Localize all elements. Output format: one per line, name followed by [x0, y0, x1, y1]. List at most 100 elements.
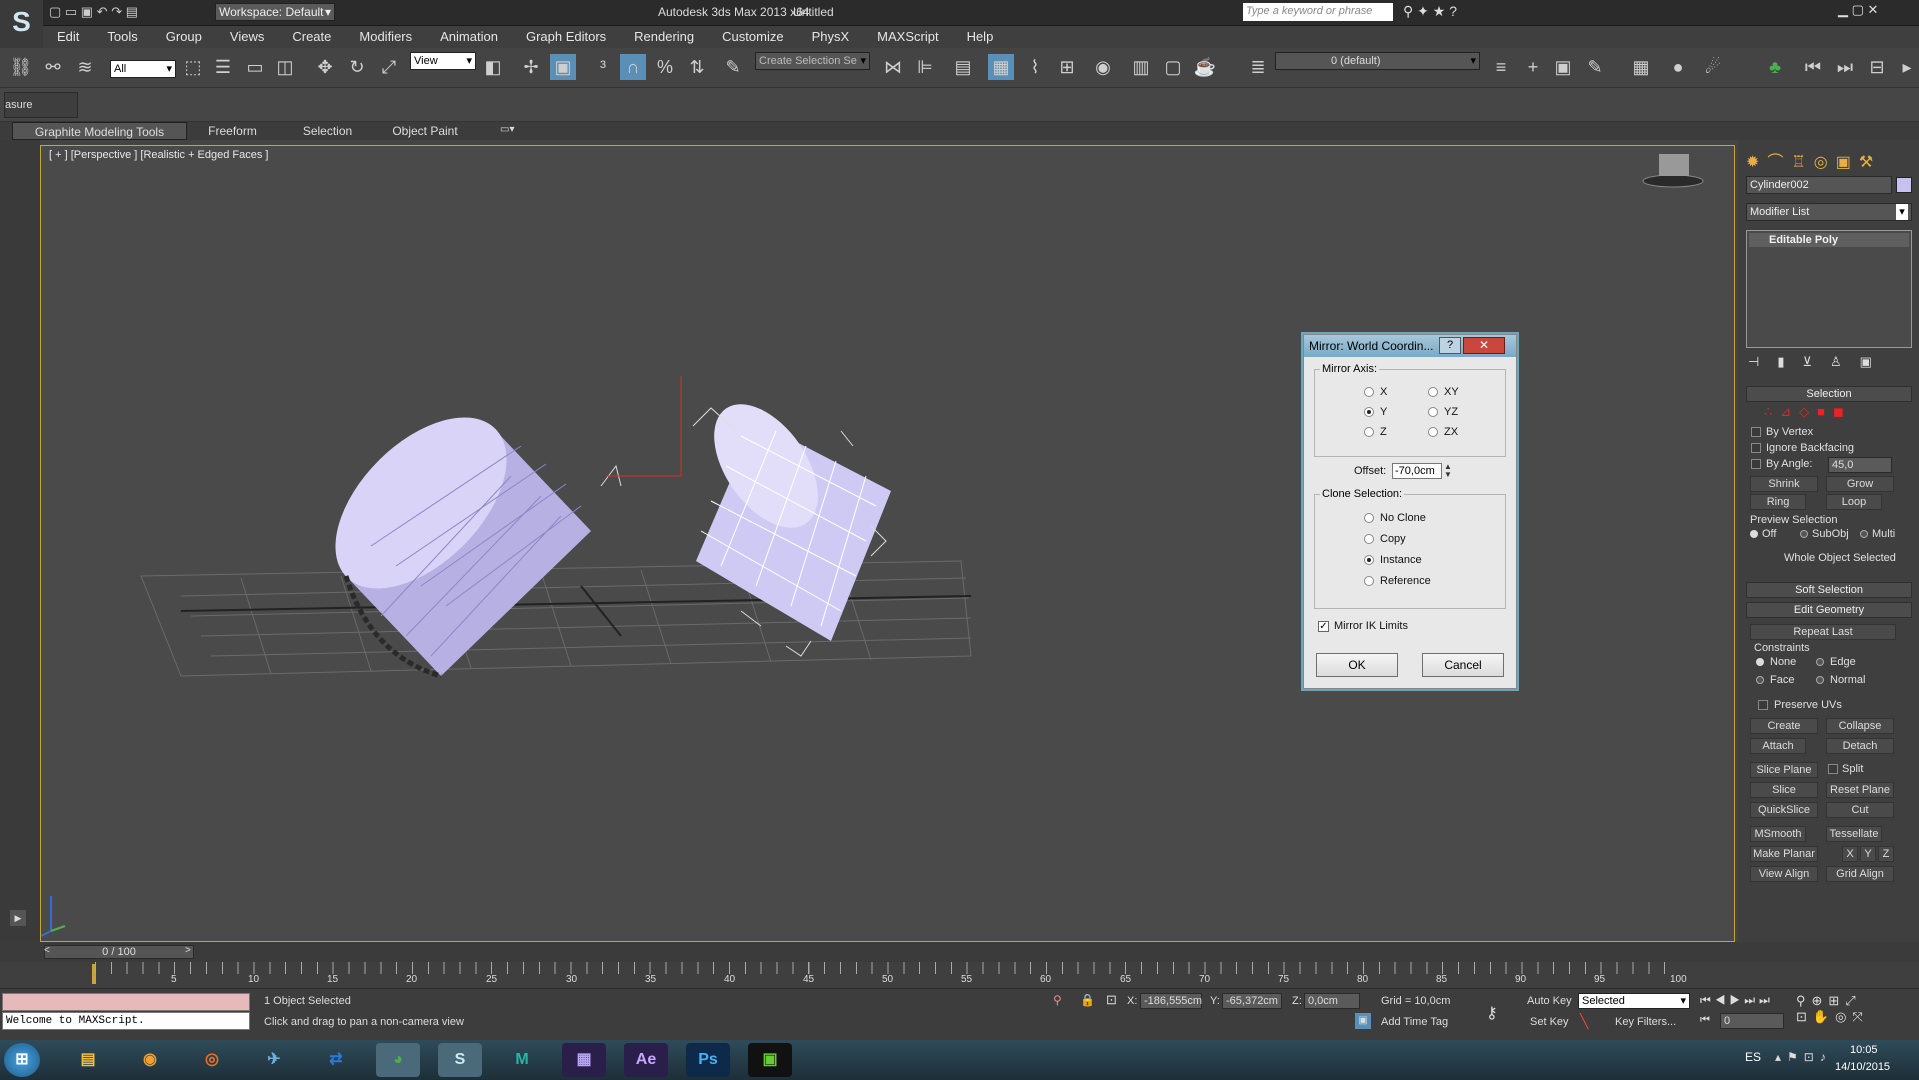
shrink-button[interactable]: Shrink — [1750, 476, 1818, 492]
material-editor-icon[interactable]: ◉ — [1090, 54, 1116, 80]
extra-icon[interactable]: ⊟ — [1864, 54, 1890, 80]
ring-button[interactable]: Ring — [1750, 494, 1806, 510]
axis-xy-radio[interactable] — [1428, 387, 1438, 397]
selection-filter-dropdown[interactable]: All — [110, 60, 176, 78]
grid-align-button[interactable]: Grid Align — [1826, 866, 1894, 882]
media-player-icon[interactable]: ◉ — [128, 1043, 172, 1077]
percent-snap-icon[interactable]: % — [652, 54, 678, 80]
isolate-icon[interactable]: ⚲ — [1053, 993, 1062, 1007]
key-filters-button[interactable]: Key Filters... — [1615, 1016, 1676, 1028]
instance-radio[interactable] — [1364, 555, 1374, 565]
select-object-icon[interactable]: ⬚ — [180, 54, 206, 80]
language-indicator[interactable]: ES — [1745, 1050, 1761, 1064]
pivot-icon[interactable]: ◧ — [480, 54, 506, 80]
curve-editor-icon[interactable]: ⌇ — [1022, 54, 1048, 80]
workspace-dropdown[interactable]: Workspace: Default ▾ — [215, 3, 335, 21]
copy-radio[interactable] — [1364, 534, 1374, 544]
close-button[interactable]: ✕ — [1463, 337, 1505, 354]
menu-edit[interactable]: Edit — [43, 26, 93, 48]
axis-y-radio[interactable] — [1364, 407, 1374, 417]
set-key-icon[interactable]: ╲ — [1580, 1013, 1588, 1030]
container-icon[interactable]: ▦ — [1628, 54, 1654, 80]
tab-selection[interactable]: Selection — [285, 122, 370, 140]
menu-physx[interactable]: PhysX — [798, 26, 864, 48]
edit-geometry-rollout-header[interactable]: Edit Geometry — [1746, 602, 1912, 618]
constraint-normal-radio[interactable] — [1816, 676, 1824, 684]
cut-button[interactable]: Cut — [1826, 802, 1894, 818]
measure-distance-button[interactable]: asure Distance — [4, 92, 78, 118]
layer-dropdown[interactable]: 0 (default) — [1275, 52, 1480, 70]
scale-icon[interactable]: ⤢ — [376, 54, 402, 80]
select-in-layer-icon[interactable]: ▣ — [1550, 54, 1576, 80]
current-frame-field[interactable]: 0 — [1720, 1013, 1784, 1029]
reference-radio[interactable] — [1364, 576, 1374, 586]
selection-rollout-header[interactable]: Selection — [1746, 386, 1912, 402]
schematic-view-icon[interactable]: ⊞ — [1054, 54, 1080, 80]
particle-icon[interactable]: ☄ — [1700, 54, 1726, 80]
new-layer-icon[interactable]: ≡ — [1488, 54, 1514, 80]
msmooth-button[interactable]: MSmooth — [1750, 826, 1806, 842]
firefox-icon[interactable]: ◎ — [190, 1043, 234, 1077]
menu-group[interactable]: Group — [152, 26, 216, 48]
preserve-uvs-checkbox[interactable] — [1758, 700, 1768, 710]
stack-tools-icons[interactable]: ⊣▮⊻♙▣ — [1748, 354, 1890, 370]
angle-snap-icon[interactable]: ∩ — [620, 54, 646, 80]
menu-animation[interactable]: Animation — [426, 26, 512, 48]
tessellate-button[interactable]: Tessellate — [1826, 826, 1882, 842]
x-coordinate-field[interactable]: -186,555cm — [1140, 993, 1202, 1009]
planar-x-button[interactable]: X — [1842, 846, 1858, 862]
no-clone-radio[interactable] — [1364, 513, 1374, 523]
chrome-icon[interactable]: ◕ — [376, 1043, 420, 1077]
move-icon[interactable]: ✥ — [312, 54, 338, 80]
slice-button[interactable]: Slice — [1750, 782, 1818, 798]
object-color-swatch[interactable] — [1896, 177, 1912, 193]
ok-button[interactable]: OK — [1316, 653, 1398, 677]
layer-manager-icon[interactable]: ▤ — [950, 54, 976, 80]
time-prev-arrow[interactable]: < — [44, 945, 50, 956]
select-manipulate-icon[interactable]: ✢ — [518, 54, 544, 80]
constraint-none-radio[interactable] — [1756, 658, 1764, 666]
align-icon[interactable]: ⊫ — [912, 54, 938, 80]
window-crossing-icon[interactable]: ◫ — [272, 54, 298, 80]
tab-object-paint[interactable]: Object Paint — [380, 122, 470, 140]
window-controls[interactable]: ▁ ▢ ✕ — [1838, 2, 1878, 18]
by-vertex-checkbox[interactable] — [1751, 427, 1761, 437]
menu-customize[interactable]: Customize — [708, 26, 797, 48]
ref-coord-dropdown[interactable]: View — [410, 52, 476, 70]
create-button[interactable]: Create — [1750, 718, 1818, 734]
tab-graphite-modeling-tools[interactable]: Graphite Modeling Tools — [12, 122, 187, 140]
key-mode-dropdown[interactable]: Selected ▾ — [1578, 993, 1690, 1009]
app-icon[interactable]: ✈ — [252, 1043, 296, 1077]
maxscript-listener[interactable]: Welcome to MAXScript. — [2, 1012, 250, 1030]
mirror-icon[interactable]: ⋈ — [880, 54, 906, 80]
camtasia-icon[interactable]: ▣ — [748, 1043, 792, 1077]
collapse-button[interactable]: Collapse — [1826, 718, 1894, 734]
split-checkbox[interactable] — [1828, 764, 1838, 774]
sphere-icon[interactable]: ● — [1665, 54, 1691, 80]
z-coordinate-field[interactable]: 0,0cm — [1304, 993, 1360, 1009]
axis-z-radio[interactable] — [1364, 427, 1374, 437]
spinner-snap-icon[interactable]: ⇅ — [684, 54, 710, 80]
reset-plane-button[interactable]: Reset Plane — [1826, 782, 1894, 798]
lock-icon[interactable]: 🔒 — [1080, 993, 1095, 1007]
quickslice-button[interactable]: QuickSlice — [1750, 802, 1818, 818]
prev-icon[interactable]: ⏮ — [1800, 54, 1826, 80]
keyboard-shortcut-icon[interactable]: ▣ — [550, 54, 576, 80]
tray-icons[interactable]: ▴⚑⊡♪ — [1775, 1050, 1832, 1064]
viewport-nav-icons[interactable]: ⚲⊕⊞⤢ ⊡✋◎⤧ — [1796, 993, 1869, 1025]
set-key-button[interactable]: Set Key — [1530, 1016, 1569, 1028]
ribbon-options-icon[interactable]: ▭▾ — [500, 124, 514, 135]
edit-named-selection-icon[interactable]: ✎ — [720, 54, 746, 80]
menu-rendering[interactable]: Rendering — [620, 26, 708, 48]
bind-space-warp-icon[interactable]: ≋ — [72, 54, 98, 80]
maya-icon[interactable]: M — [500, 1043, 544, 1077]
axis-yz-radio[interactable] — [1428, 407, 1438, 417]
slice-plane-button[interactable]: Slice Plane — [1750, 762, 1818, 778]
menu-graph-editors[interactable]: Graph Editors — [512, 26, 620, 48]
menu-modifiers[interactable]: Modifiers — [345, 26, 426, 48]
manage-layers-icon[interactable]: ≣ — [1245, 54, 1271, 80]
rect-region-icon[interactable]: ▭ — [242, 54, 268, 80]
link-icon[interactable]: ⛓ — [8, 54, 34, 80]
angle-input[interactable]: 45,0 — [1828, 457, 1892, 473]
goto-start-icon[interactable]: ⏮ — [1700, 1014, 1710, 1027]
